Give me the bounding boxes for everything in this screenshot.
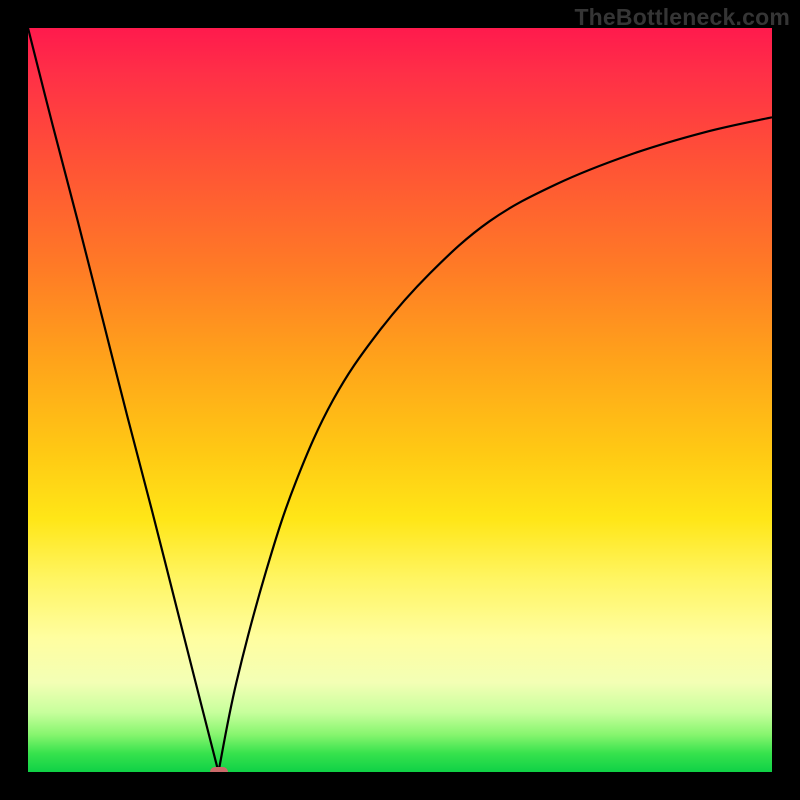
watermark-text: TheBottleneck.com [574, 4, 790, 31]
plot-area [28, 28, 772, 772]
curve-svg [28, 28, 772, 772]
bottleneck-marker [210, 767, 228, 772]
chart-frame: TheBottleneck.com [0, 0, 800, 800]
curve-path [28, 28, 772, 772]
